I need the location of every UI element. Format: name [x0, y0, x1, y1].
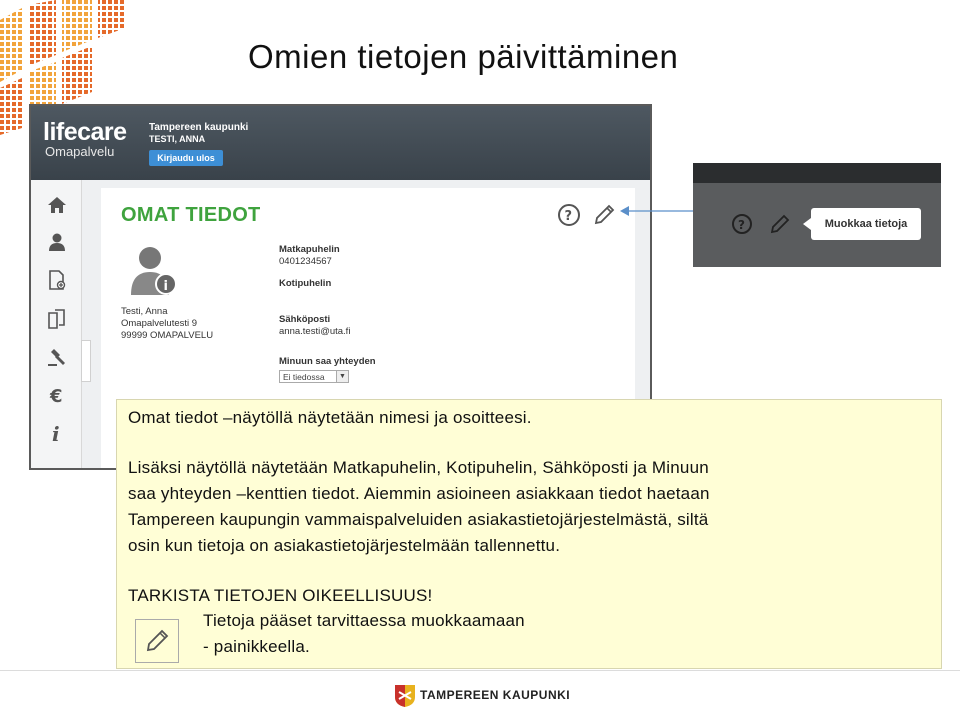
sidebar: € i [31, 180, 82, 468]
note-line-1: Omat tiedot –näytöllä näytetään nimesi j… [128, 408, 532, 427]
tooltip-arrow [803, 218, 811, 230]
note-line-5: osin kun tietoja on asiakastietojärjeste… [128, 536, 561, 555]
contact-select-value: Ei tiedossa [283, 372, 325, 382]
euro-icon[interactable]: € [46, 384, 68, 406]
note-line-6: Tietoja pääset tarvittaessa muokkaamaan [203, 611, 525, 630]
email-label: Sähköposti [279, 314, 331, 325]
edit-tooltip: Muokkaa tietoja [811, 208, 921, 240]
city-crest-icon [395, 685, 415, 707]
svg-text:i: i [52, 422, 60, 444]
svg-text:?: ? [738, 218, 745, 232]
zoom-inset: ? Muokkaa tietoja [693, 163, 941, 267]
mobile-label: Matkapuhelin [279, 244, 340, 255]
organization-name: Tampereen kaupunki [149, 122, 249, 133]
svg-text:€: € [49, 386, 63, 406]
edit-pencil-icon[interactable] [769, 213, 791, 235]
person-street: Omapalvelutesti 9 [121, 318, 198, 329]
gavel-icon[interactable] [46, 346, 68, 368]
section-title: OMAT TIEDOT [121, 204, 261, 226]
mobile-value: 0401234567 [279, 256, 332, 267]
help-icon[interactable]: ? [557, 203, 581, 227]
edit-pencil-icon [146, 629, 169, 652]
inset-header [693, 163, 941, 183]
svg-text:?: ? [565, 209, 573, 224]
documents-icon[interactable] [46, 308, 68, 330]
brand-subtitle: Omapalvelu [45, 144, 115, 159]
contact-label: Minuun saa yhteyden [279, 356, 376, 367]
svg-text:i: i [164, 279, 168, 294]
new-document-icon[interactable] [46, 269, 68, 291]
home-phone-label: Kotipuhelin [279, 278, 332, 289]
note-line-7: - painikkeella. [203, 637, 310, 656]
contact-select[interactable]: Ei tiedossa ▼ [279, 370, 349, 383]
logout-button[interactable]: Kirjaudu ulos [149, 150, 223, 166]
edit-button-illustration [135, 619, 179, 663]
info-note: Omat tiedot –näytöllä näytetään nimesi j… [116, 399, 942, 669]
person-name: Testi, Anna [121, 306, 168, 317]
home-icon[interactable] [46, 194, 68, 216]
note-line-2: Lisäksi näytöllä näytetään Matkapuhelin,… [128, 458, 709, 477]
sidebar-handle[interactable] [81, 340, 91, 382]
brand-logo: lifecare [43, 118, 127, 146]
email-value: anna.testi@uta.fi [279, 326, 351, 337]
person-postal: 99999 OMAPALVELU [121, 330, 214, 341]
person-icon[interactable] [46, 231, 68, 253]
help-icon[interactable]: ? [731, 213, 753, 235]
chevron-down-icon: ▼ [336, 371, 348, 382]
slide-title: Omien tietojen päivittäminen [248, 38, 679, 75]
avatar: i [131, 247, 177, 295]
note-line-3: saa yhteyden –kenttien tiedot. Aiemmin a… [128, 484, 710, 503]
user-name: TESTI, ANNA [149, 134, 206, 144]
info-icon[interactable]: i [46, 422, 68, 444]
app-header: lifecare Omapalvelu Tampereen kaupunki T… [31, 106, 650, 180]
edit-pencil-icon[interactable] [591, 202, 617, 228]
note-line-4: Tampereen kaupungin vammaispalveluiden a… [128, 510, 709, 529]
footer-divider [0, 670, 960, 671]
footer-organization: TAMPEREEN KAUPUNKI [420, 688, 571, 702]
warning-text: TARKISTA TIETOJEN OIKEELLISUUS! [128, 586, 433, 605]
connector-arrow [620, 206, 695, 216]
